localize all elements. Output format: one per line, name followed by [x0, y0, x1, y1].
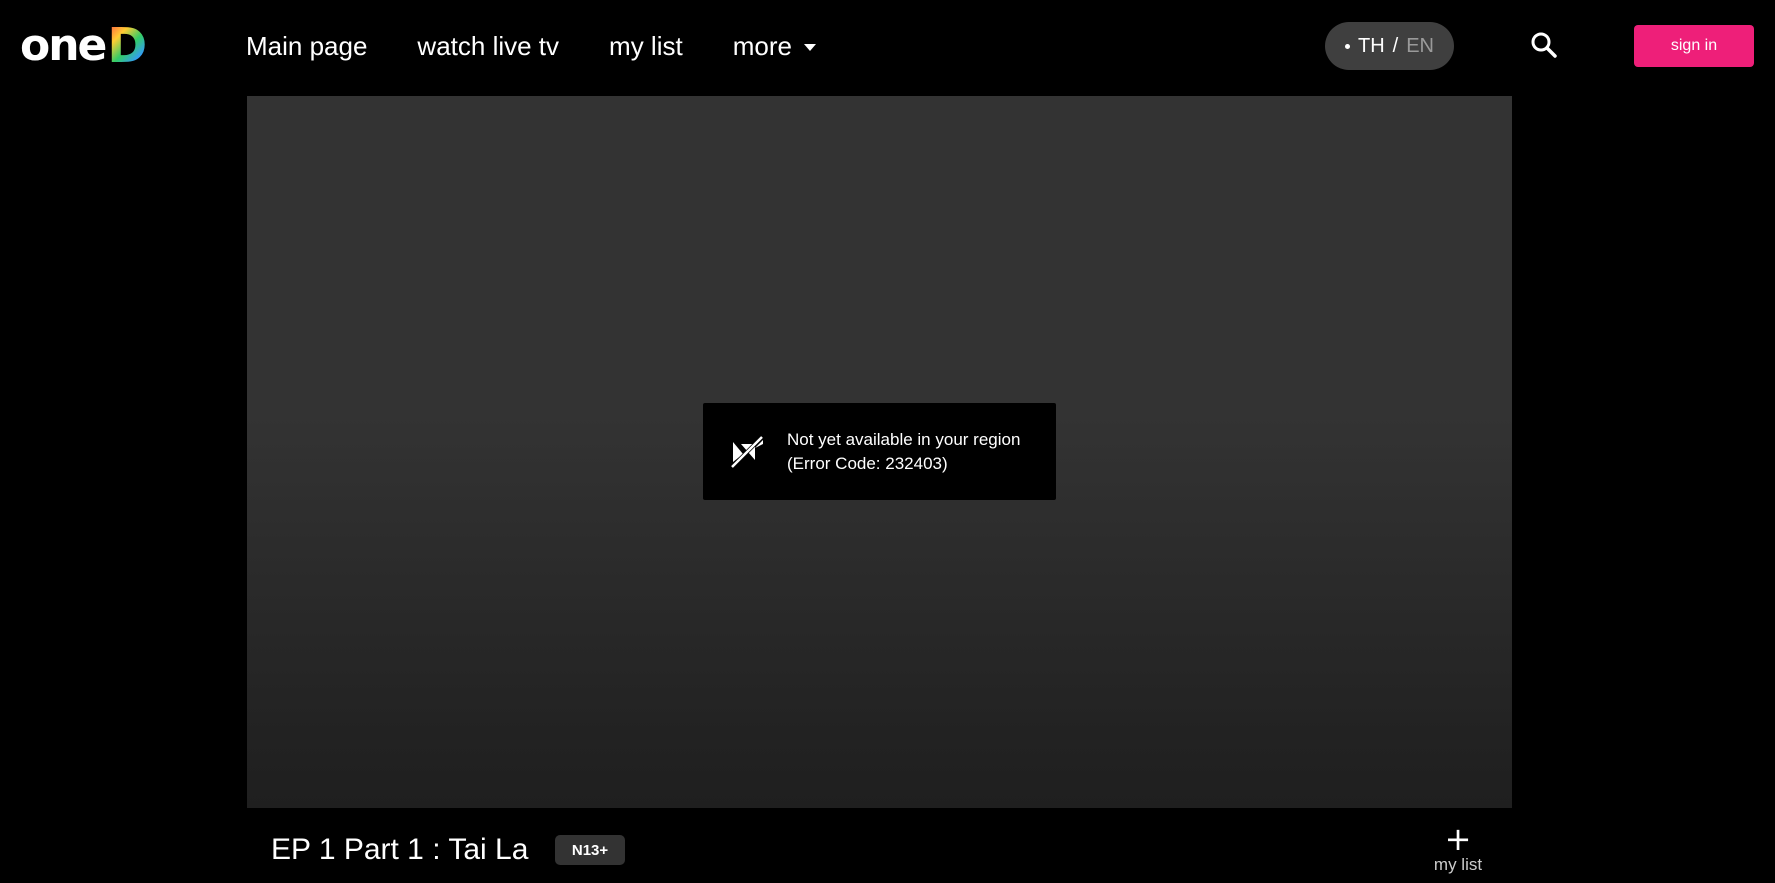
error-text: Not yet available in your region (Error …: [787, 428, 1020, 476]
main-nav: Main page watch live tv my list more: [246, 26, 866, 66]
search-icon: [1531, 32, 1557, 58]
top-header: one D Main page watch live tv my list mor…: [0, 0, 1775, 92]
plus-icon: +: [1444, 820, 1472, 858]
active-dot-icon: [1344, 43, 1350, 49]
video-player[interactable]: Not yet available in your region (Error …: [247, 96, 1512, 808]
chevron-down-icon: [803, 43, 816, 51]
content-rating-badge: N13+: [555, 835, 625, 865]
nav-watch-live-tv[interactable]: watch live tv: [417, 26, 559, 66]
error-code-line: (Error Code: 232403): [787, 453, 948, 473]
lang-separator: /: [1392, 34, 1399, 57]
logo-text-d: D: [107, 18, 147, 74]
nav-more-label: more: [732, 31, 792, 61]
search-button[interactable]: [1529, 30, 1559, 60]
oned-logo[interactable]: one D: [20, 18, 147, 74]
nav-watch-live-tv-label: watch live tv: [417, 31, 560, 61]
error-message-line: Not yet available in your region: [787, 429, 1021, 449]
region-error-message: Not yet available in your region (Error …: [703, 403, 1056, 500]
nav-my-list[interactable]: my list: [609, 26, 683, 66]
nav-my-list-label: my list: [609, 31, 683, 61]
nav-more-dropdown[interactable]: more: [733, 26, 816, 66]
nav-main-page-label: Main page: [246, 31, 368, 61]
lang-th[interactable]: TH: [1358, 35, 1385, 58]
episode-title: EP 1 Part 1 : Tai La: [271, 833, 529, 866]
logo-text-one: one: [20, 20, 107, 71]
nav-main-page[interactable]: Main page: [246, 26, 367, 66]
episode-info-bar: EP 1 Part 1 : Tai La N13+ + my list: [247, 820, 1512, 883]
sign-in-button[interactable]: sign in: [1634, 25, 1754, 67]
my-list-label: my list: [1433, 855, 1483, 874]
lang-en[interactable]: EN: [1406, 35, 1434, 58]
add-to-my-list-button[interactable]: + my list: [1427, 820, 1489, 879]
video-off-icon: [729, 434, 765, 469]
language-toggle[interactable]: TH / EN: [1325, 22, 1454, 70]
